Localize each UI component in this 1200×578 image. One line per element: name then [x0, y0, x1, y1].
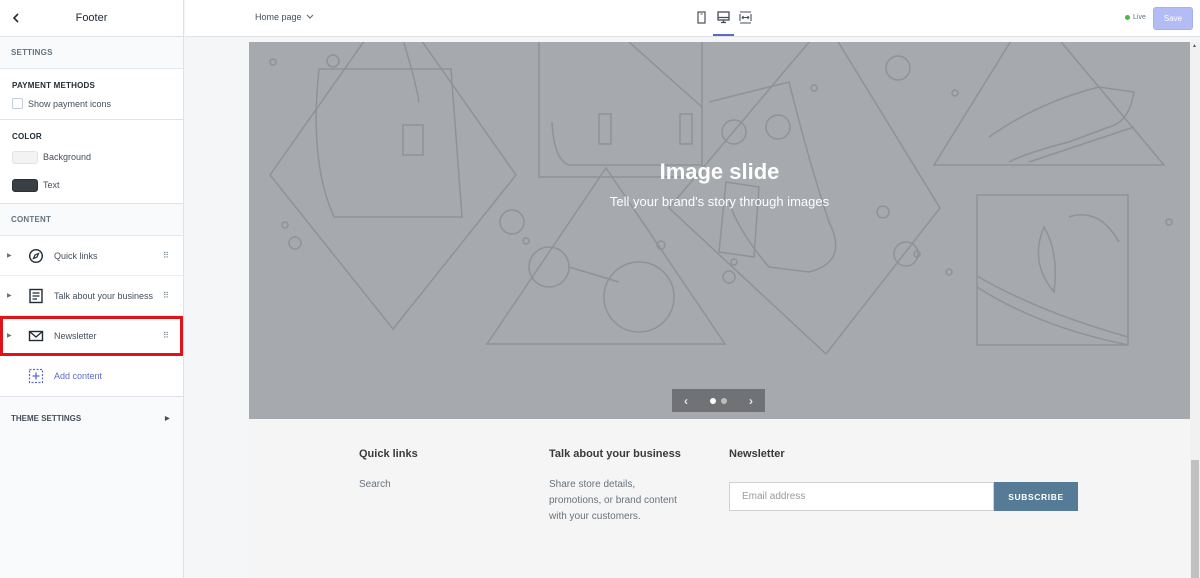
newsletter-form: SUBSCRIBE [729, 482, 1078, 511]
background-color-picker[interactable]: Background [12, 143, 171, 171]
theme-settings-button[interactable]: THEME SETTINGS ▶ [0, 397, 183, 439]
preview-scrollbar[interactable]: ▲ [1190, 42, 1200, 578]
page-select-value: Home page [255, 12, 302, 22]
footer-business-info: Talk about your business Share store det… [549, 448, 681, 525]
content-item-quick-links[interactable]: ▶ Quick links ⠿ [0, 236, 183, 276]
sidebar-header: Footer [0, 0, 183, 37]
preview-area: Image slide Tell your brand's story thro… [185, 37, 1200, 578]
content-item-newsletter[interactable]: ▶ Newsletter ⠿ [0, 316, 183, 356]
drag-handle-icon[interactable]: ⠿ [163, 291, 169, 300]
add-content-button[interactable]: Add content [0, 356, 183, 396]
content-list: ▶ Quick links ⠿ ▶ Talk about your busine… [0, 236, 183, 397]
text-block-icon [29, 288, 43, 304]
save-button[interactable]: Save [1153, 7, 1193, 30]
slide-illustration [269, 42, 1173, 356]
slide-subtitle: Tell your brand's story through images [609, 194, 830, 209]
payment-methods-title: PAYMENT METHODS [12, 81, 96, 90]
desktop-icon [717, 11, 730, 24]
previous-slide-button[interactable]: ‹ [672, 394, 700, 408]
add-block-icon [28, 368, 44, 384]
top-bar: Home page Live Save [185, 0, 1200, 37]
chevron-right-icon: ▶ [165, 415, 170, 422]
live-status-label: Live [1133, 14, 1146, 21]
compass-icon [28, 248, 44, 264]
checkbox-box[interactable] [12, 98, 23, 109]
business-text-line: with your customers. [549, 511, 641, 522]
expand-caret-icon[interactable]: ▶ [7, 252, 12, 259]
envelope-icon [28, 330, 44, 342]
business-text: Share store details, promotions, or bran… [549, 477, 681, 525]
drag-handle-icon[interactable]: ⠿ [163, 331, 169, 340]
image-slideshow: Image slide Tell your brand's story thro… [249, 42, 1190, 419]
footer-quick-links: Quick links Search [359, 448, 418, 493]
sidebar: Footer SETTINGS PAYMENT METHODS Show pay… [0, 0, 184, 578]
content-item-label: Quick links [54, 250, 98, 261]
back-button[interactable] [6, 8, 26, 28]
device-toggles [695, 10, 752, 36]
text-color-label: Text [43, 180, 60, 190]
content-item-talk-about-business[interactable]: ▶ Talk about your business ⠿ [0, 276, 183, 316]
next-slide-button[interactable]: › [737, 394, 765, 408]
color-block: COLOR Background Text [0, 120, 183, 204]
fullscreen-view-button[interactable] [739, 10, 752, 25]
background-swatch[interactable] [12, 150, 38, 164]
theme-settings-label: THEME SETTINGS [11, 413, 82, 423]
subscribe-button[interactable]: SUBSCRIBE [994, 482, 1078, 511]
payment-methods-block: PAYMENT METHODS Show payment icons [0, 69, 183, 120]
desktop-view-button[interactable] [713, 10, 734, 36]
expand-caret-icon[interactable]: ▶ [7, 332, 12, 339]
drag-handle-icon[interactable]: ⠿ [163, 251, 169, 260]
live-dot-icon [1125, 15, 1130, 20]
footer-link-search[interactable]: Search [359, 477, 418, 493]
slideshow-controls: ‹ › [672, 389, 765, 412]
sidebar-title: Footer [75, 12, 108, 24]
color-title: COLOR [12, 132, 42, 141]
scroll-up-arrow-icon[interactable]: ▲ [1192, 43, 1197, 49]
show-payment-icons-checkbox[interactable]: Show payment icons [12, 98, 171, 109]
business-text-line: promotions, or brand content [549, 495, 677, 506]
page-select-dropdown[interactable]: Home page [255, 12, 314, 22]
mobile-view-button[interactable] [695, 10, 708, 25]
content-section-header: CONTENT [0, 204, 183, 236]
background-color-label: Background [43, 152, 92, 162]
business-text-line: Share store details, [549, 479, 636, 490]
scrollbar-thumb[interactable] [1191, 460, 1199, 578]
add-content-label: Add content [54, 371, 103, 381]
text-color-picker[interactable]: Text [12, 171, 171, 199]
chevron-down-icon [306, 14, 313, 19]
slide-dot-1[interactable] [710, 397, 716, 404]
email-input[interactable] [729, 482, 994, 511]
business-heading: Talk about your business [549, 448, 681, 460]
expand-caret-icon[interactable]: ▶ [7, 292, 12, 299]
live-status: Live [1125, 14, 1146, 21]
content-item-label: Newsletter [54, 330, 97, 341]
slide-dot-2[interactable] [721, 397, 727, 404]
mobile-icon [697, 11, 706, 24]
fullscreen-icon [739, 11, 752, 24]
slide-dots [700, 397, 737, 404]
text-swatch[interactable] [12, 178, 38, 192]
storefront-preview: Image slide Tell your brand's story thro… [249, 42, 1190, 578]
settings-section-header: SETTINGS [0, 37, 183, 69]
chevron-left-icon [12, 13, 19, 23]
footer-newsletter: Newsletter [729, 448, 785, 460]
slide-title: Image slide [659, 159, 780, 184]
newsletter-heading: Newsletter [729, 448, 785, 460]
theme-editor: Footer SETTINGS PAYMENT METHODS Show pay… [0, 0, 1200, 578]
content-item-label: Talk about your business [54, 290, 154, 301]
checkbox-label: Show payment icons [28, 98, 112, 109]
quick-links-heading: Quick links [359, 448, 418, 460]
